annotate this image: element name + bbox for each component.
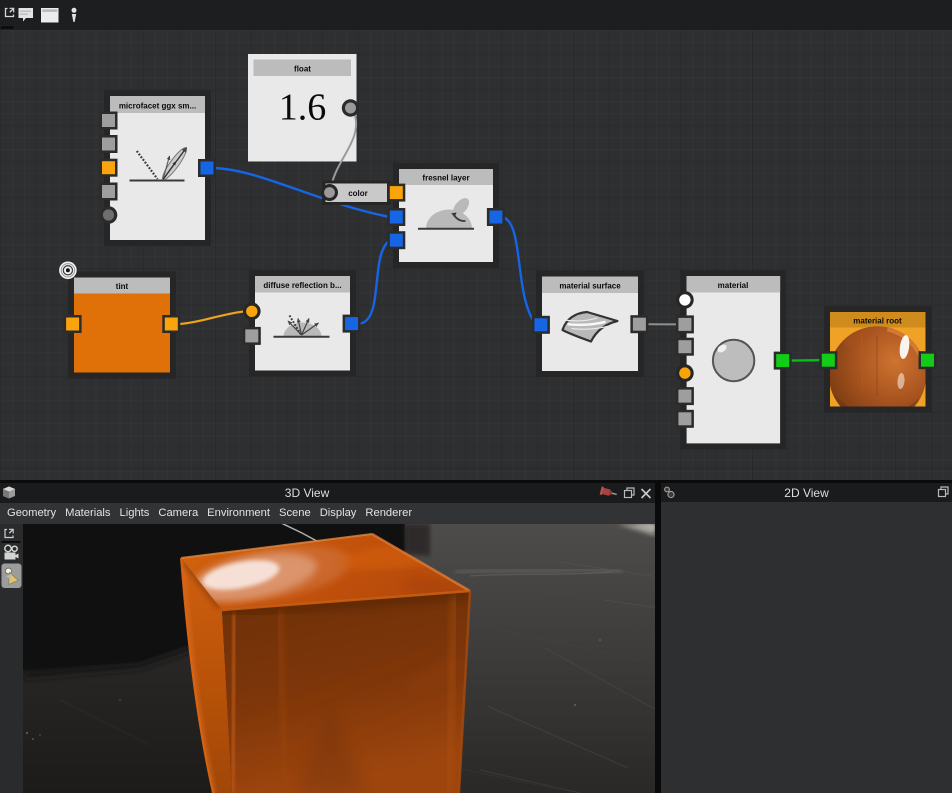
svg-text:1.6: 1.6 bbox=[279, 87, 327, 129]
svg-text:tint: tint bbox=[116, 282, 129, 291]
svg-text:material: material bbox=[718, 281, 749, 290]
svg-text:material surface: material surface bbox=[559, 282, 621, 291]
svg-text:microfacet ggx sm...: microfacet ggx sm... bbox=[119, 102, 196, 111]
svg-text:color: color bbox=[348, 189, 368, 198]
svg-text:material root: material root bbox=[853, 317, 902, 326]
svg-text:float: float bbox=[294, 65, 311, 74]
svg-text:diffuse reflection b...: diffuse reflection b... bbox=[263, 281, 341, 290]
svg-text:fresnel layer: fresnel layer bbox=[422, 174, 469, 183]
